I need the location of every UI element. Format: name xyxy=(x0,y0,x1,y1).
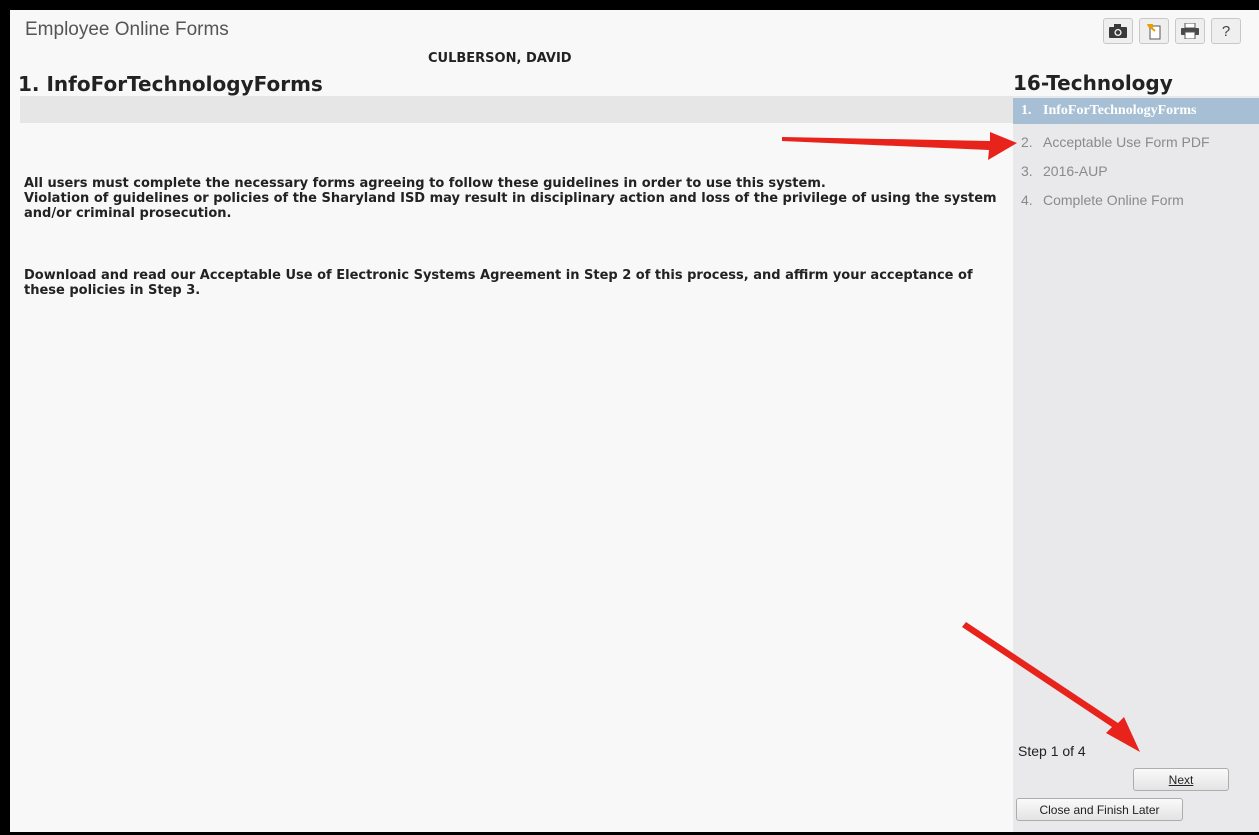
annotation-arrow-icon xyxy=(782,132,1017,160)
annotation-arrow-icon xyxy=(962,622,1140,752)
annotation-arrows xyxy=(782,132,1140,752)
